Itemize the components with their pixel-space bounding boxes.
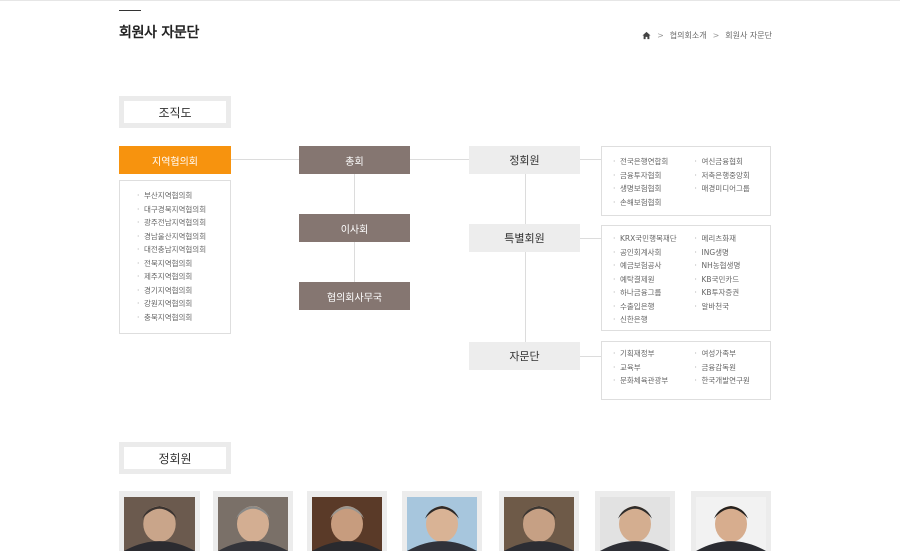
list-item: 여신금융협회 [695,155,771,169]
breadcrumb-item-about[interactable]: 협의회소개 [670,30,707,41]
list-item: 예탁결제원 [613,273,689,287]
connector-line [231,159,299,160]
member-photo-5[interactable] [499,491,579,551]
member-photo-3[interactable] [307,491,387,551]
list-item: 교육부 [613,361,689,375]
connector-line [580,238,601,239]
node-advisory-group: 자문단 [469,342,580,370]
list-item: 저축은행중앙회 [695,169,771,183]
member-photo-4[interactable] [402,491,482,551]
list-item: 광주전남지역협의회 [137,216,230,230]
list-item: 강원지역협의회 [137,297,230,311]
breadcrumb-separator: > [712,31,720,40]
list-item: 대전충남지역협의회 [137,243,230,257]
list-item: 경남울산지역협의회 [137,230,230,244]
list-item: 전북지역협의회 [137,257,230,271]
top-divider [0,0,900,1]
list-item: 알바천국 [695,300,771,314]
member-photo-2[interactable] [213,491,293,551]
list-item: 금융투자협회 [613,169,689,183]
list-item: 매경미디어그룹 [695,182,771,196]
page-title: 회원사 자문단 [119,25,200,41]
list-item: 예금보험공사 [613,259,689,273]
title-accent-line [119,10,141,11]
advisory-group-list: 기획재정부 여성가족부 교육부 금융감독원 문화체육관광부 한국개발연구원 [601,341,771,400]
list-item: 하나금융그룹 [613,286,689,300]
node-secretariat: 협의회사무국 [299,282,410,310]
list-item: 메리츠화재 [695,232,771,246]
connector-line [410,159,469,160]
list-item: ING생명 [695,246,771,260]
connector-line [580,159,601,160]
breadcrumb: > 협의회소개 > 회원사 자문단 [642,30,772,41]
list-item: 생명보험협회 [613,182,689,196]
org-chart-heading: 조직도 [119,96,231,128]
list-item: 공인회계사회 [613,246,689,260]
list-item: 수출입은행 [613,300,689,314]
connector-line [525,173,526,342]
list-item: KRX국민행복재단 [613,232,689,246]
list-item: 대구경북지역협의회 [137,203,230,217]
node-special-members: 특별회원 [469,224,580,252]
home-icon[interactable] [642,31,651,40]
list-item: 경기지역협의회 [137,284,230,298]
member-photo-6[interactable] [595,491,675,551]
node-board: 이사회 [299,214,410,242]
node-regional-council: 지역협의회 [119,146,231,174]
member-photo-7[interactable] [691,491,771,551]
list-item: 신한은행 [613,313,689,327]
list-item: NH농협생명 [695,259,771,273]
list-item: KB국민카드 [695,273,771,287]
node-general-assembly: 총회 [299,146,410,174]
regional-council-list: 부산지역협의회 대구경북지역협의회 광주전남지역협의회 경남울산지역협의회 대전… [119,180,231,334]
special-members-list: KRX국민행복재단 메리츠화재 공인회계사회 ING생명 예금보험공사 NH농협… [601,225,771,331]
breadcrumb-separator: > [657,31,664,40]
list-item: 기획재정부 [613,347,689,361]
node-regular-members: 정회원 [469,146,580,174]
breadcrumb-item-current[interactable]: 회원사 자문단 [725,30,772,41]
list-item: 손해보험협회 [613,196,689,210]
regular-members-list: 전국은행연합회 여신금융협회 금융투자협회 저축은행중앙회 생명보험협회 매경미… [601,146,771,216]
member-photo-1[interactable] [119,491,200,551]
list-item: 전국은행연합회 [613,155,689,169]
list-item: 한국개발연구원 [695,374,771,388]
list-item: 문화체육관광부 [613,374,689,388]
list-item: 충북지역협의회 [137,311,230,325]
list-item: 제주지역협의회 [137,270,230,284]
list-item: 금융감독원 [695,361,771,375]
list-item: 부산지역협의회 [137,189,230,203]
list-item: KB투자증권 [695,286,771,300]
connector-line [580,356,601,357]
list-item: 여성가족부 [695,347,771,361]
regular-members-heading: 정회원 [119,442,231,474]
